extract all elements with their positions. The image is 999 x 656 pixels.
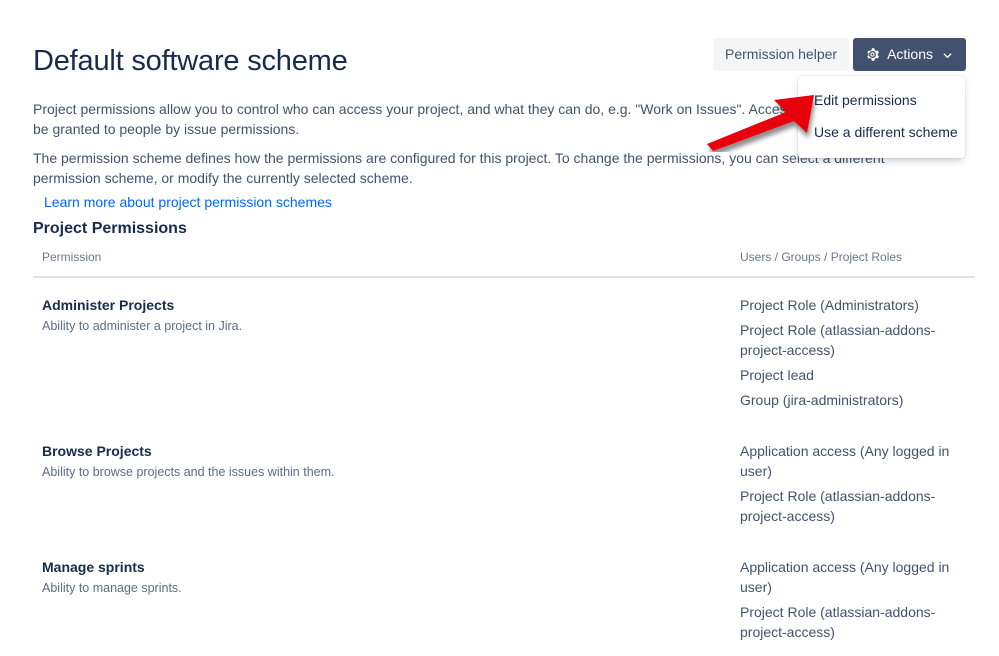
grantee-entry: Project Role (atlassian-addons-project-a…: [740, 488, 936, 524]
actions-dropdown-menu: Edit permissions Use a different scheme: [798, 76, 965, 158]
actions-button-label: Actions: [887, 46, 933, 62]
grantees-cell: Application access (Any logged in user) P…: [731, 540, 975, 656]
grantee-entry: Group (jira-administrators): [740, 392, 904, 408]
actions-button[interactable]: Actions: [853, 38, 966, 71]
permission-description: Ability to browse projects and the issue…: [42, 465, 335, 479]
grantees-cell: Project Role (Administrators) Project Rol…: [731, 277, 975, 424]
table-row: Manage sprints Ability to manage sprints.…: [33, 540, 975, 656]
table-row: Browse Projects Ability to browse project…: [33, 424, 975, 540]
column-header-users: Users / Groups / Project Roles: [731, 250, 975, 278]
permission-cell: Administer Projects Ability to administer…: [33, 277, 731, 424]
chevron-down-icon: [942, 49, 953, 60]
project-permissions-table: Permission Users / Groups / Project Role…: [33, 250, 975, 656]
gear-icon: [865, 47, 880, 62]
section-title: Project Permissions: [33, 220, 187, 237]
permission-helper-button[interactable]: Permission helper: [713, 38, 850, 71]
permission-cell: Manage sprints Ability to manage sprints.: [33, 540, 731, 656]
table-body: Administer Projects Ability to administer…: [33, 277, 975, 656]
table-header-row: Permission Users / Groups / Project Role…: [33, 250, 975, 278]
permission-name: Browse Projects: [42, 443, 152, 459]
permission-description: Ability to administer a project in Jira.: [42, 319, 243, 333]
table-row: Administer Projects Ability to administer…: [33, 277, 975, 424]
dropdown-item[interactable]: Use a different scheme: [798, 117, 965, 149]
learn-more-link[interactable]: Learn more about project permission sche…: [44, 193, 332, 211]
permission-description: Ability to manage sprints.: [42, 581, 182, 595]
grantee-entry: Application access (Any logged in user): [740, 559, 950, 595]
column-header-permission: Permission: [33, 250, 731, 278]
grantee-entry: Application access (Any logged in user): [740, 443, 950, 479]
table-head: Permission Users / Groups / Project Role…: [33, 250, 975, 278]
page-header-actions: Permission helper Actions: [713, 38, 966, 71]
page-title: Default software scheme: [33, 45, 348, 77]
grantee-entry: Project Role (Administrators): [740, 297, 919, 313]
permission-scheme-page: Default software scheme Permission helpe…: [0, 0, 999, 640]
grantee-entry: Project Role (atlassian-addons-project-a…: [740, 322, 936, 358]
grantee-entry: Project lead: [740, 367, 814, 383]
permission-name: Manage sprints: [42, 559, 145, 575]
permission-cell: Browse Projects Ability to browse project…: [33, 424, 731, 540]
grantees-cell: Application access (Any logged in user) P…: [731, 424, 975, 540]
grantee-entry: Project Role (atlassian-addons-project-a…: [740, 604, 936, 640]
dropdown-item[interactable]: Edit permissions: [798, 85, 965, 117]
permission-name: Administer Projects: [42, 297, 175, 313]
